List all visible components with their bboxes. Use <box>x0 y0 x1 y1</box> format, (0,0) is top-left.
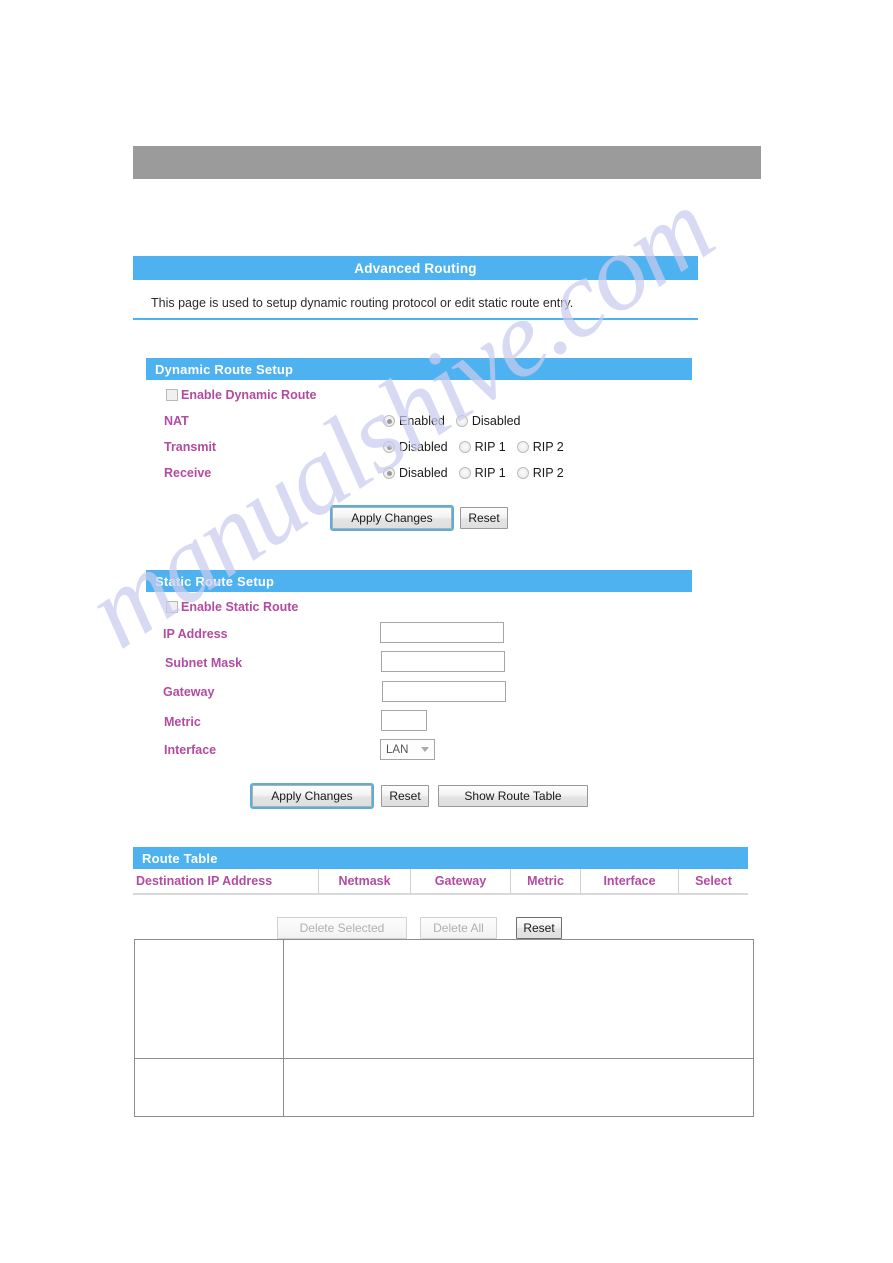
dynamic-route-header: Dynamic Route Setup <box>146 358 692 380</box>
enable-static-route-checkbox[interactable]: Enable Static Route <box>166 600 298 614</box>
interface-select[interactable]: LAN <box>380 739 435 760</box>
bottom-info-table <box>134 939 754 1117</box>
radio-icon[interactable] <box>516 467 529 479</box>
receive-option-disabled[interactable]: Disabled <box>383 466 448 480</box>
enable-static-route-label: Enable Static Route <box>181 600 299 614</box>
static-route-header: Static Route Setup <box>146 570 692 592</box>
radio-icon[interactable] <box>458 441 471 453</box>
dynamic-reset-button[interactable]: Reset <box>460 507 508 529</box>
route-table: Route Table Destination IP Address Netma… <box>133 847 748 895</box>
column-metric: Metric <box>511 869 581 893</box>
delete-all-button[interactable]: Delete All <box>420 917 497 939</box>
nat-label: NAT <box>164 414 189 428</box>
route-table-header: Route Table <box>133 847 748 869</box>
transmit-radio-group[interactable]: Disabled RIP 1 RIP 2 <box>383 440 575 454</box>
transmit-option-rip1-label: RIP 1 <box>474 440 506 454</box>
nat-option-disabled[interactable]: Disabled <box>455 414 521 428</box>
ip-address-label: IP Address <box>163 627 228 641</box>
interface-label: Interface <box>164 743 217 757</box>
receive-option-rip1[interactable]: RIP 1 <box>458 466 506 480</box>
table-cell-right <box>284 940 753 1058</box>
radio-icon[interactable] <box>455 415 468 427</box>
metric-input[interactable] <box>381 710 427 731</box>
static-reset-button[interactable]: Reset <box>381 785 429 807</box>
table-cell-right <box>284 1059 753 1116</box>
table-cell-left <box>135 1059 284 1116</box>
column-gateway: Gateway <box>411 869 511 893</box>
delete-selected-button[interactable]: Delete Selected <box>277 917 407 939</box>
dynamic-apply-changes-button[interactable]: Apply Changes <box>330 505 454 531</box>
receive-option-rip2[interactable]: RIP 2 <box>516 466 564 480</box>
metric-label: Metric <box>164 715 201 729</box>
transmit-label: Transmit <box>164 440 217 454</box>
route-table-reset-button[interactable]: Reset <box>516 917 562 939</box>
enable-dynamic-route-label: Enable Dynamic Route <box>181 388 317 402</box>
receive-option-disabled-label: Disabled <box>399 466 448 480</box>
transmit-option-disabled-label: Disabled <box>399 440 448 454</box>
nat-radio-group[interactable]: Enabled Disabled <box>383 414 532 428</box>
transmit-option-rip2-label: RIP 2 <box>532 440 564 454</box>
transmit-option-rip2[interactable]: RIP 2 <box>516 440 564 454</box>
radio-icon[interactable] <box>383 441 395 453</box>
radio-icon[interactable] <box>383 415 395 427</box>
subnet-mask-input[interactable] <box>381 651 505 672</box>
table-cell-left <box>135 940 284 1058</box>
ip-address-input[interactable] <box>380 622 504 643</box>
show-route-table-button[interactable]: Show Route Table <box>438 785 588 807</box>
dynamic-route-section: Dynamic Route Setup <box>146 358 692 380</box>
receive-label: Receive <box>164 466 212 480</box>
table-row <box>135 1059 753 1116</box>
transmit-option-disabled[interactable]: Disabled <box>383 440 448 454</box>
column-select: Select <box>695 874 732 888</box>
table-row <box>135 940 753 1059</box>
nat-option-enabled-label: Enabled <box>399 414 445 428</box>
gateway-label: Gateway <box>163 685 215 699</box>
receive-option-rip2-label: RIP 2 <box>532 466 564 480</box>
subnet-mask-label: Subnet Mask <box>165 656 243 670</box>
column-destination-ip-address: Destination IP Address <box>133 869 319 893</box>
top-header-bar <box>133 146 761 179</box>
chevron-down-icon <box>421 747 429 752</box>
gateway-input[interactable] <box>382 681 506 702</box>
static-apply-changes-button[interactable]: Apply Changes <box>250 783 374 809</box>
column-netmask: Netmask <box>319 869 411 893</box>
radio-icon[interactable] <box>458 467 471 479</box>
transmit-option-rip1[interactable]: RIP 1 <box>458 440 506 454</box>
nat-option-enabled[interactable]: Enabled <box>383 414 445 428</box>
column-interface: Interface <box>581 869 679 893</box>
interface-select-value: LAN <box>386 743 409 756</box>
checkbox-icon[interactable] <box>166 601 178 613</box>
checkbox-icon[interactable] <box>166 389 178 401</box>
nat-option-disabled-label: Disabled <box>471 414 521 428</box>
static-route-section: Static Route Setup <box>146 570 692 592</box>
receive-option-rip1-label: RIP 1 <box>474 466 506 480</box>
receive-radio-group[interactable]: Disabled RIP 1 RIP 2 <box>383 466 575 480</box>
radio-icon[interactable] <box>383 467 395 479</box>
enable-dynamic-route-checkbox[interactable]: Enable Dynamic Route <box>166 388 316 402</box>
page-title: Advanced Routing <box>133 256 698 280</box>
route-table-column-headers: Destination IP Address Netmask Gateway M… <box>133 869 748 895</box>
radio-icon[interactable] <box>516 441 529 453</box>
main-panel: Advanced Routing This page is used to se… <box>133 256 698 320</box>
page-description: This page is used to setup dynamic routi… <box>133 280 698 320</box>
